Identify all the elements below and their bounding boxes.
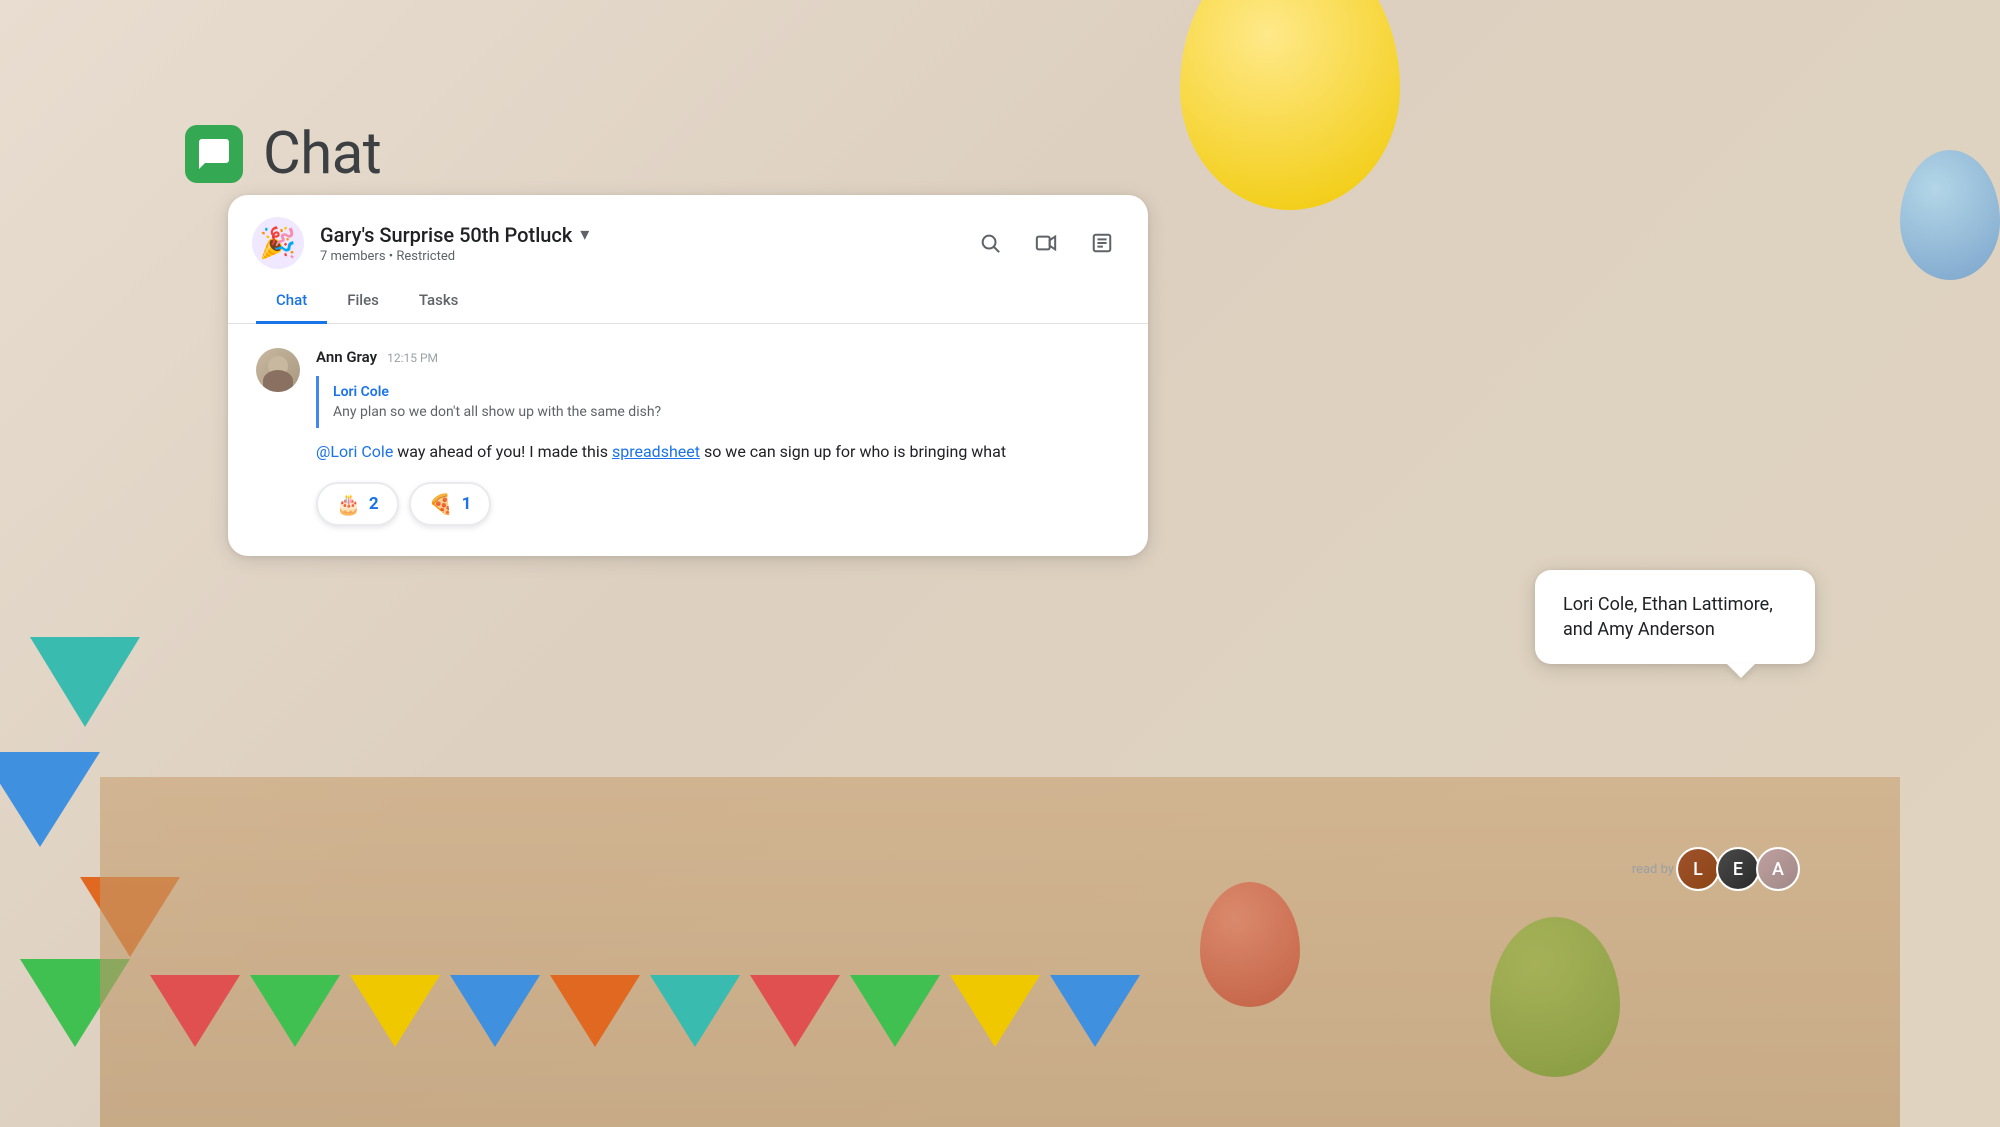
- group-meta: 7 members • Restricted: [320, 249, 589, 264]
- decorative-triangle: [0, 752, 100, 847]
- card-header-left: 🎉 Gary's Surprise 50th Potluck ▾ 7 membe…: [252, 217, 589, 269]
- read-avatar-2: E: [1716, 847, 1760, 891]
- search-button[interactable]: [972, 225, 1008, 261]
- message-row: Ann Gray 12:15 PM Lori Cole Any plan so …: [256, 348, 1120, 526]
- tab-chat[interactable]: Chat: [256, 279, 327, 324]
- chat-content: Ann Gray 12:15 PM Lori Cole Any plan so …: [228, 324, 1148, 556]
- decorative-triangle: [30, 637, 140, 727]
- cake-emoji: 🎂: [336, 492, 361, 516]
- reaction-pizza[interactable]: 🍕 1: [409, 482, 492, 526]
- read-by-tooltip: Lori Cole, Ethan Lattimore, and Amy Ande…: [1535, 570, 1815, 664]
- message-text-after-link: so we can sign up for who is bringing wh…: [700, 442, 1006, 461]
- avatar-amy: A: [1758, 849, 1798, 889]
- notes-button[interactable]: [1084, 225, 1120, 261]
- avatar-ethan: E: [1718, 849, 1758, 889]
- tooltip-arrow: [1727, 664, 1755, 678]
- group-info: Gary's Surprise 50th Potluck ▾ 7 members…: [320, 223, 589, 264]
- message-body: Ann Gray 12:15 PM Lori Cole Any plan so …: [316, 348, 1120, 526]
- tab-files[interactable]: Files: [327, 279, 399, 324]
- read-by-row: read by L E A: [1632, 847, 1820, 891]
- message-time: 12:15 PM: [387, 351, 438, 365]
- read-avatar-3: A: [1756, 847, 1800, 891]
- message-text-before-link: way ahead of you! I made this: [393, 442, 612, 461]
- tab-bar: Chat Files Tasks: [228, 279, 1148, 324]
- chat-logo: [185, 125, 243, 183]
- quoted-sender: Lori Cole: [333, 384, 1106, 400]
- read-avatar-1: L: [1676, 847, 1720, 891]
- app-title: Chat: [263, 120, 381, 188]
- read-by-names: Lori Cole, Ethan Lattimore, and Amy Ande…: [1563, 594, 1773, 640]
- video-call-button[interactable]: [1028, 225, 1064, 261]
- card-header-actions: [972, 225, 1120, 261]
- chat-card: 🎉 Gary's Surprise 50th Potluck ▾ 7 membe…: [228, 195, 1148, 556]
- message-text: @Lori Cole way ahead of you! I made this…: [316, 440, 1120, 464]
- read-by-label: read by: [1632, 862, 1674, 877]
- balloon-blue: [1900, 150, 2000, 280]
- group-name[interactable]: Gary's Surprise 50th Potluck ▾: [320, 223, 589, 247]
- quoted-message: Lori Cole Any plan so we don't all show …: [316, 376, 1120, 428]
- message-header: Ann Gray 12:15 PM: [316, 348, 1120, 366]
- group-emoji: 🎉: [259, 226, 296, 261]
- reaction-pizza-count: 1: [462, 494, 472, 514]
- chevron-down-icon: ▾: [580, 224, 589, 245]
- pizza-emoji: 🍕: [429, 492, 454, 516]
- spreadsheet-link[interactable]: spreadsheet: [612, 442, 700, 461]
- bunting: [0, 867, 2000, 1127]
- message-sender: Ann Gray: [316, 348, 377, 366]
- reaction-cake-count: 2: [369, 494, 379, 514]
- mention-lori-cole[interactable]: @Lori Cole: [316, 442, 393, 461]
- tab-tasks[interactable]: Tasks: [399, 279, 479, 324]
- avatar-ann-gray: [256, 348, 300, 392]
- group-name-text: Gary's Surprise 50th Potluck: [320, 223, 572, 247]
- reaction-cake[interactable]: 🎂 2: [316, 482, 399, 526]
- app-header: Chat: [185, 120, 381, 188]
- card-header: 🎉 Gary's Surprise 50th Potluck ▾ 7 membe…: [228, 195, 1148, 269]
- avatar-lori: L: [1678, 849, 1718, 889]
- reactions-bar: 🎂 2 🍕 1: [316, 482, 1120, 526]
- quoted-text: Any plan so we don't all show up with th…: [333, 404, 1106, 420]
- group-avatar: 🎉: [252, 217, 304, 269]
